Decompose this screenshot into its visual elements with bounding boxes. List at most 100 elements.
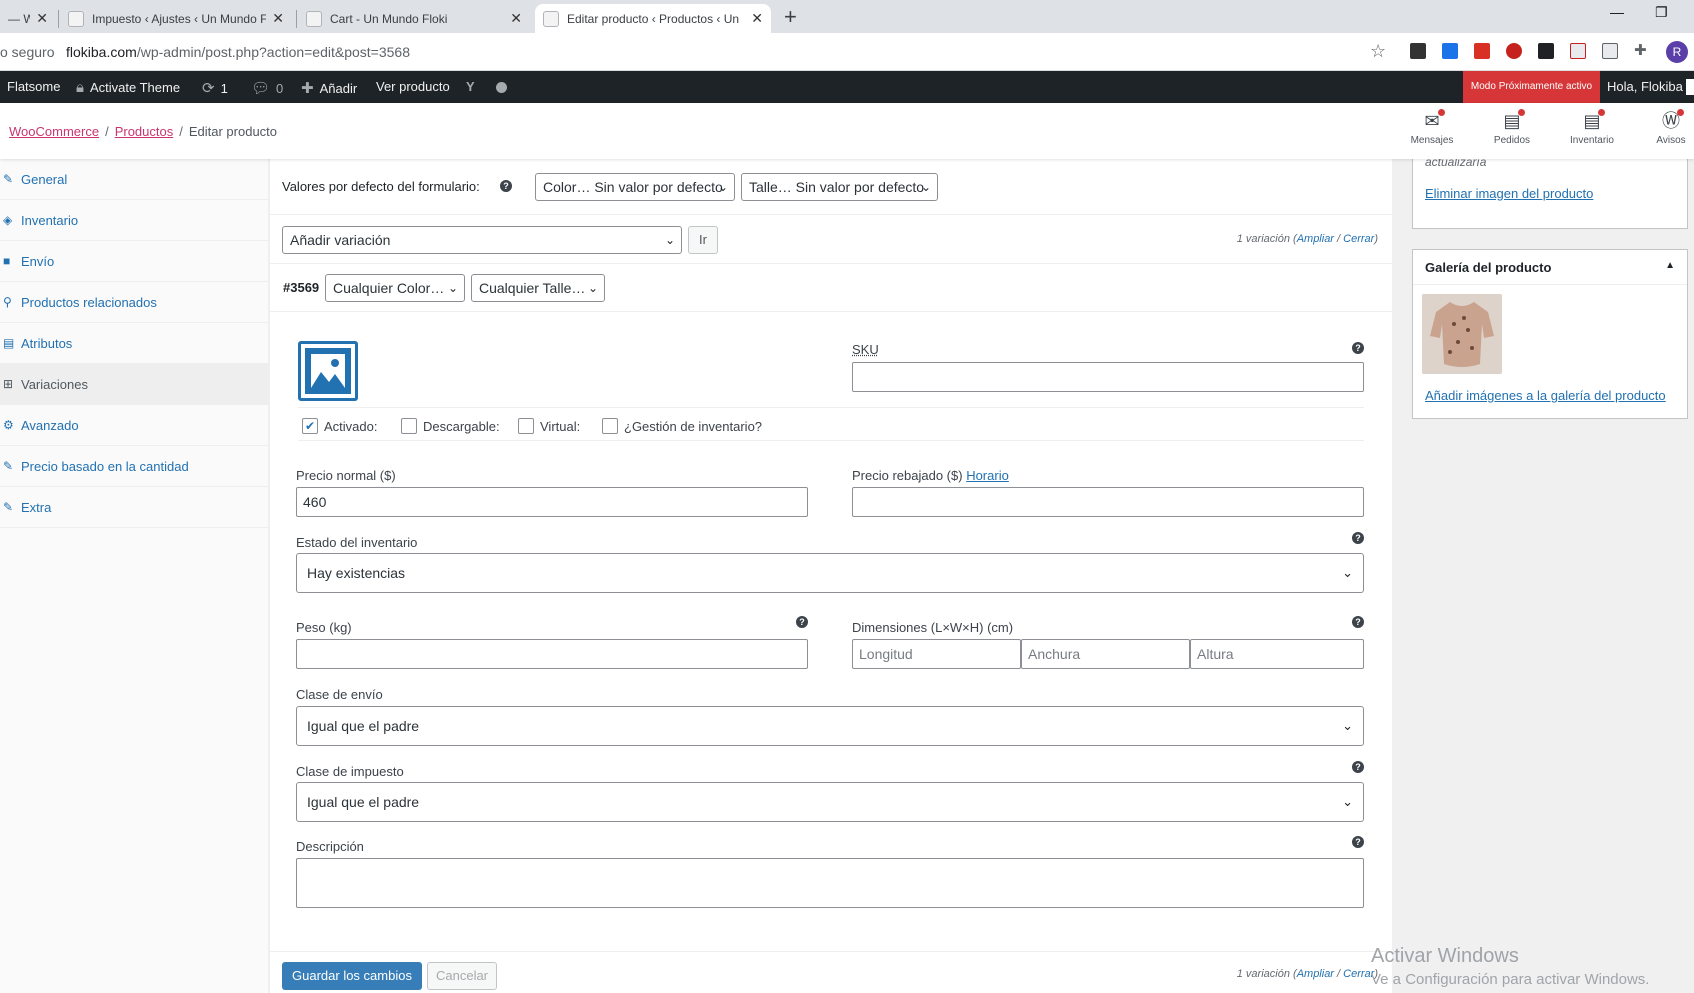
breadcrumb: WooCommerce / Productos / Editar producto: [9, 124, 278, 139]
sku-input[interactable]: [852, 362, 1364, 392]
help-icon[interactable]: ?: [796, 616, 808, 628]
minimize-icon[interactable]: —: [1610, 4, 1624, 20]
close-link[interactable]: Cerrar: [1343, 233, 1374, 245]
admin-site-link[interactable]: Flatsome: [7, 79, 60, 94]
weight-input[interactable]: [296, 639, 808, 669]
sale-price-input[interactable]: [852, 487, 1364, 517]
comments-link[interactable]: 💬︎ 0: [251, 79, 283, 97]
extension-icon[interactable]: [1506, 43, 1522, 59]
remove-image-link[interactable]: Eliminar imagen del producto: [1425, 186, 1593, 201]
tab-extra[interactable]: ✎ Extra: [0, 487, 268, 528]
expand-link[interactable]: Ampliar: [1297, 968, 1334, 980]
extension-icon[interactable]: [1410, 43, 1426, 59]
width-input[interactable]: Anchura: [1021, 639, 1190, 669]
stock-status-select[interactable]: Hay existencias ⌄: [296, 553, 1364, 593]
variation-count: 1 variación (Ampliar / Cerrar): [1236, 968, 1378, 980]
help-icon[interactable]: ?: [1352, 532, 1364, 544]
activate-theme-link[interactable]: 🔒︎ Activate Theme: [76, 79, 180, 96]
length-input[interactable]: Longitud: [852, 639, 1021, 669]
variation-count-text: 1 variación: [1236, 233, 1290, 245]
virtual-checkbox[interactable]: Virtual:: [518, 418, 580, 434]
enabled-checkbox[interactable]: ✔ Activado:: [302, 418, 377, 434]
variation-header-row[interactable]: #3569 Cualquier Color… ⌄ Cualquier Talle……: [270, 264, 1392, 312]
activity-messages[interactable]: ✉ Mensajes: [1397, 109, 1467, 146]
yoast-icon[interactable]: Y: [466, 79, 475, 94]
tab-inventory[interactable]: ◈ Inventario: [0, 200, 268, 241]
height-input[interactable]: Altura: [1190, 639, 1364, 669]
manage-stock-checkbox[interactable]: ¿Gestión de inventario?: [602, 418, 762, 434]
shipping-class-select[interactable]: Igual que el padre ⌄: [296, 706, 1364, 746]
default-color-select[interactable]: Color… Sin valor por defecto ⌄: [535, 173, 735, 201]
gallery-thumbnail[interactable]: [1422, 294, 1502, 374]
expand-link[interactable]: Ampliar: [1297, 233, 1334, 245]
wordpress-icon: Ⓦ: [1661, 109, 1684, 131]
close-icon[interactable]: ✕: [510, 10, 522, 27]
breadcrumb-woocommerce[interactable]: WooCommerce: [9, 124, 99, 139]
tab-attributes[interactable]: ▤ Atributos: [0, 323, 268, 364]
security-indicator[interactable]: o seguro: [0, 44, 54, 60]
tab-advanced[interactable]: ⚙ Avanzado: [0, 405, 268, 446]
gallery-header[interactable]: Galería del producto ▲: [1413, 250, 1687, 285]
browser-tab[interactable]: Cart - Un Mundo Floki ✕: [298, 4, 530, 33]
variation-action-select[interactable]: Añadir variación ⌄: [282, 226, 682, 254]
help-icon[interactable]: ?: [1352, 616, 1364, 628]
close-icon[interactable]: ✕: [272, 10, 284, 27]
help-icon[interactable]: ?: [1352, 836, 1364, 848]
help-icon[interactable]: ?: [500, 180, 512, 192]
browser-tab[interactable]: — W ✕: [0, 4, 56, 33]
add-new-link[interactable]: ✚ Añadir: [301, 79, 357, 97]
close-icon[interactable]: ✕: [36, 10, 48, 27]
cancel-button[interactable]: Cancelar: [427, 962, 497, 990]
seo-status-dot: [496, 82, 507, 93]
restore-icon[interactable]: ❐: [1655, 4, 1668, 21]
puzzle-icon[interactable]: ✚: [1634, 43, 1650, 59]
variation-color-select[interactable]: Cualquier Color… ⌄: [325, 274, 465, 302]
schedule-link[interactable]: Horario: [966, 468, 1009, 483]
variation-image-upload[interactable]: [298, 341, 358, 401]
close-icon[interactable]: ✕: [751, 10, 763, 27]
activity-notices[interactable]: Ⓦ Avisos: [1636, 109, 1694, 146]
tab-quantity-pricing[interactable]: ✎ Precio basado en la cantidad: [0, 446, 268, 487]
downloadable-checkbox[interactable]: Descargable:: [401, 418, 500, 434]
tab-variations[interactable]: ⊞ Variaciones: [0, 364, 268, 405]
regular-price-input[interactable]: 460: [296, 487, 808, 517]
tab-general[interactable]: ✎ General: [0, 159, 268, 200]
description-textarea[interactable]: [296, 858, 1364, 908]
sale-price-text: Precio rebajado ($): [852, 468, 963, 483]
go-button[interactable]: Ir: [688, 226, 718, 254]
add-gallery-images-link[interactable]: Añadir imágenes a la galería del product…: [1425, 388, 1666, 403]
avatar[interactable]: [1686, 79, 1694, 95]
help-icon[interactable]: ?: [1352, 342, 1364, 354]
browser-tab-active[interactable]: Editar producto ‹ Productos ‹ Un ✕: [535, 4, 771, 33]
list-icon: ▤: [3, 336, 15, 350]
activity-orders[interactable]: ▤ Pedidos: [1477, 109, 1547, 146]
close-link[interactable]: Cerrar: [1343, 968, 1374, 980]
activity-label: Pedidos: [1493, 135, 1531, 146]
default-size-select[interactable]: Talle… Sin valor por defecto ⌄: [741, 173, 938, 201]
collapse-arrow-icon[interactable]: ▲: [1665, 260, 1675, 271]
activity-inventory[interactable]: ▤ Inventario: [1557, 109, 1627, 146]
extension-icon[interactable]: [1474, 43, 1490, 59]
profile-avatar[interactable]: R: [1666, 41, 1688, 63]
tax-class-select[interactable]: Igual que el padre ⌄: [296, 782, 1364, 822]
breadcrumb-products[interactable]: Productos: [115, 124, 174, 139]
save-changes-button[interactable]: Guardar los cambios: [282, 962, 422, 990]
extension-icon[interactable]: [1442, 43, 1458, 59]
wrench-icon: ✎: [3, 500, 14, 514]
pdf-extension-icon[interactable]: [1570, 43, 1586, 59]
bookmark-star-icon[interactable]: ☆: [1370, 41, 1386, 62]
url-field[interactable]: flokiba.com/wp-admin/post.php?action=edi…: [66, 44, 410, 60]
updates-link[interactable]: ⟳ 1: [202, 79, 228, 97]
variation-size-select[interactable]: Cualquier Talle… ⌄: [471, 274, 605, 302]
tab-shipping[interactable]: ■ Envío: [0, 241, 268, 282]
browser-tab[interactable]: Impuesto ‹ Ajustes ‹ Un Mundo F ✕: [60, 4, 292, 33]
coming-soon-badge[interactable]: Modo Próximamente activo: [1463, 71, 1600, 103]
extension-icon[interactable]: [1602, 43, 1618, 59]
view-product-link[interactable]: Ver producto: [376, 79, 450, 94]
chevron-down-icon: ⌄: [1342, 718, 1353, 733]
account-greeting[interactable]: Hola, Flokiba: [1607, 79, 1683, 94]
extension-icon[interactable]: [1538, 43, 1554, 59]
help-icon[interactable]: ?: [1352, 761, 1364, 773]
tab-linked-products[interactable]: ⚲ Productos relacionados: [0, 282, 268, 323]
new-tab-button[interactable]: +: [784, 4, 797, 30]
